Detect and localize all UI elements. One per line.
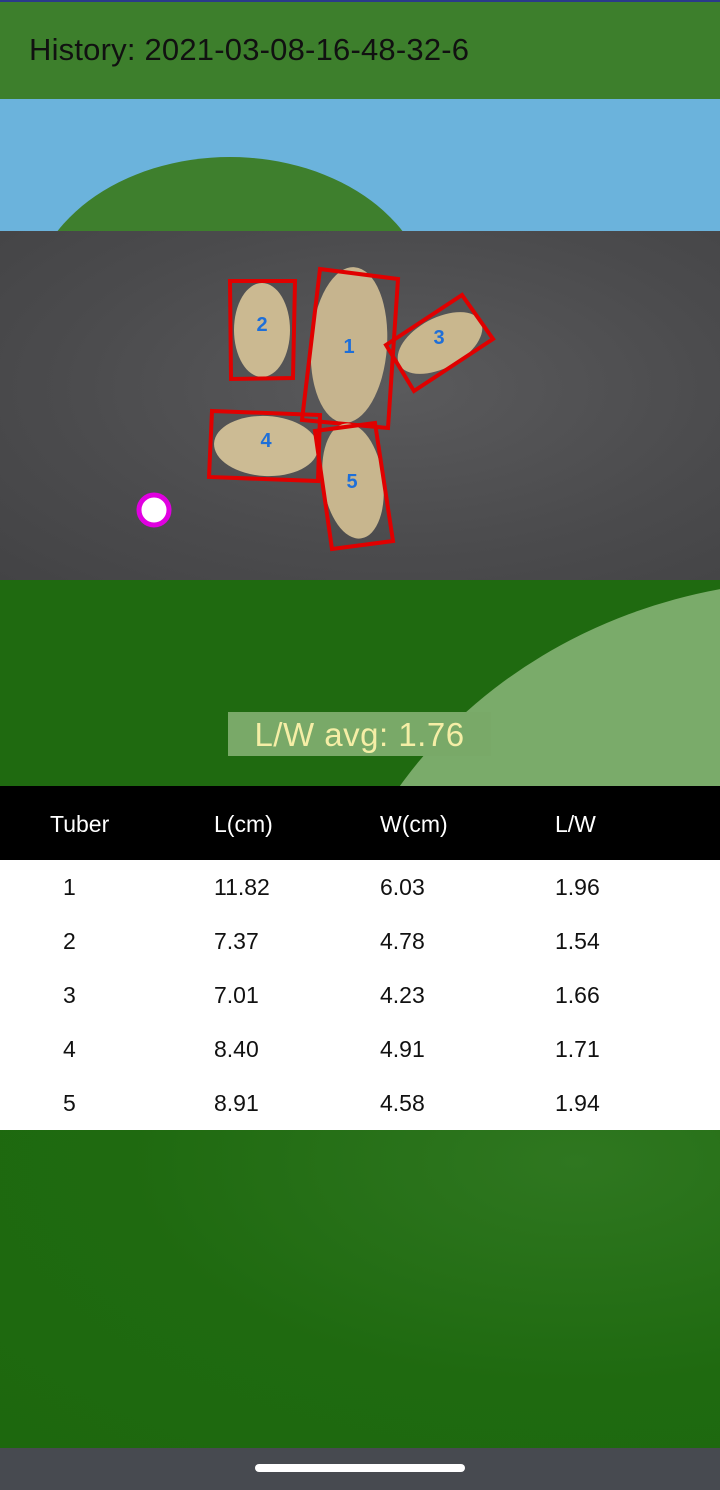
tuber-detections: 1 2 3 4 5	[136, 266, 496, 552]
table-row: 2 7.37 4.78 1.54	[0, 914, 720, 968]
cell-length: 8.40	[214, 1036, 259, 1062]
results-table-header: Tuber L(cm) W(cm) L/W	[0, 786, 720, 860]
tuber-2-label: 2	[256, 314, 267, 336]
cell-length: 7.01	[214, 982, 259, 1008]
tuber-5: 5	[312, 420, 396, 552]
table-row: 1 11.82 6.03 1.96	[0, 860, 720, 914]
lw-average-badge: L/W avg: 1.76	[228, 712, 491, 756]
cell-ratio: 1.54	[555, 928, 600, 954]
tuber-2: 2	[227, 279, 298, 382]
cell-width: 4.78	[380, 928, 425, 954]
tuber-1-label: 1	[343, 336, 354, 358]
page-title: History: 2021-03-08-16-48-32-6	[29, 32, 470, 67]
column-header-width: W(cm)	[380, 811, 448, 837]
results-table: 1 11.82 6.03 1.96 2 7.37 4.78 1.54 3 7.0…	[0, 860, 720, 1130]
tuber-1: 1	[299, 266, 401, 431]
tuber-3-label: 3	[433, 327, 444, 349]
table-row: 5 8.91 4.58 1.94	[0, 1076, 720, 1130]
app-bar: History: 2021-03-08-16-48-32-6	[0, 0, 720, 99]
cell-width: 4.23	[380, 982, 425, 1008]
tuber-4-label: 4	[260, 430, 272, 452]
table-row: 3 7.01 4.23 1.66	[0, 968, 720, 1022]
tuber-3: 3	[383, 292, 496, 394]
cell-ratio: 1.96	[555, 874, 600, 900]
cell-length: 8.91	[214, 1090, 259, 1116]
background-hill	[30, 157, 430, 231]
column-header-ratio: L/W	[555, 811, 596, 837]
cell-length: 11.82	[214, 874, 270, 900]
cell-tuber: 1	[63, 874, 76, 900]
circle-marker-icon[interactable]	[136, 492, 172, 528]
column-header-length: L(cm)	[214, 811, 273, 837]
tuber-5-label: 5	[346, 471, 357, 493]
cell-width: 6.03	[380, 874, 425, 900]
cell-ratio: 1.71	[555, 1036, 600, 1062]
column-header-tuber: Tuber	[50, 811, 110, 837]
background-bottom	[0, 1130, 720, 1448]
cell-ratio: 1.94	[555, 1090, 600, 1116]
background-sky	[0, 99, 720, 231]
cell-width: 4.91	[380, 1036, 425, 1062]
gesture-handle-icon[interactable]	[255, 1464, 465, 1472]
cell-length: 7.37	[214, 928, 259, 954]
cell-tuber: 4	[63, 1036, 76, 1062]
cell-tuber: 2	[63, 928, 76, 954]
cell-ratio: 1.66	[555, 982, 600, 1008]
table-row: 4 8.40 4.91 1.71	[0, 1022, 720, 1076]
system-nav-bar	[0, 1448, 720, 1490]
cell-tuber: 5	[63, 1090, 76, 1116]
cell-width: 4.58	[380, 1090, 425, 1116]
tuber-photo[interactable]: 1 2 3 4 5	[0, 231, 720, 580]
cell-tuber: 3	[63, 982, 76, 1008]
